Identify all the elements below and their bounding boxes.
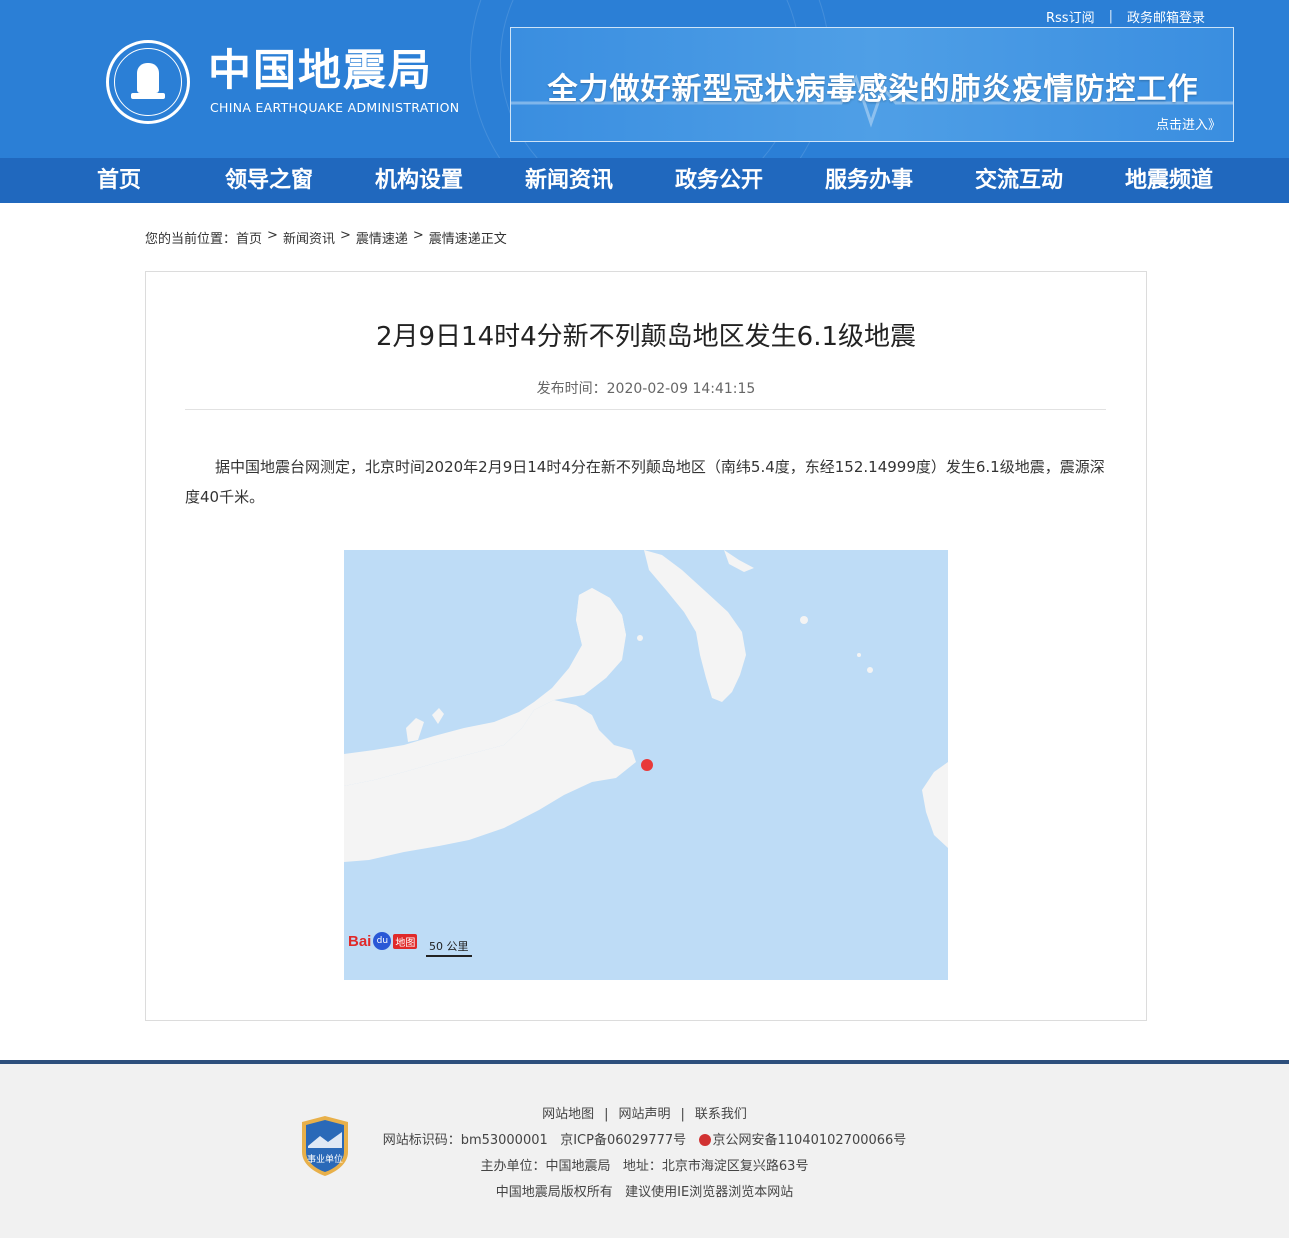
footer-sponsor-line: 主办单位：中国地震局 地址：北京市海淀区复兴路63号 xyxy=(480,1159,809,1174)
footer-link-separator: | xyxy=(680,1107,685,1122)
top-links-separator: | xyxy=(1108,9,1113,24)
cea-emblem-logo[interactable] xyxy=(106,40,190,124)
footer-registration-line: 网站标识码：bm53000001 京ICP备06029777号 京公网安备110… xyxy=(0,1128,1289,1154)
emblem-icon xyxy=(114,48,182,116)
footer-link-sitemap[interactable]: 网站地图 xyxy=(542,1107,594,1122)
baidu-logo-ditu: 地图 xyxy=(393,933,418,949)
nav-item-home[interactable]: 首页 xyxy=(44,158,194,203)
breadcrumb-news[interactable]: 新闻资讯 xyxy=(283,228,335,247)
footer-link-separator: | xyxy=(604,1107,609,1122)
police-badge-icon xyxy=(698,1134,711,1146)
site-subtitle: CHINA EARTHQUAKE ADMINISTRATION xyxy=(210,100,460,115)
breadcrumb: 您的当前位置： 首页 > 新闻资讯 > 震情速递 > 震情速递正文 xyxy=(145,228,507,247)
breadcrumb-home[interactable]: 首页 xyxy=(236,228,262,247)
public-security-record[interactable]: 京公网安备11040102700066号 xyxy=(713,1133,907,1148)
breadcrumb-separator: > xyxy=(412,228,424,243)
banner-enter-link[interactable]: 点击进入》 xyxy=(1156,114,1221,133)
map-scale-bar: 50 公里 xyxy=(426,938,472,957)
footer-copyright-line: 中国地震局版权所有 建议使用IE浏览器浏览本网站 xyxy=(495,1185,794,1200)
footer-links: 网站地图 | 网站声明 | 联系我们 xyxy=(0,1102,1289,1128)
nav-item-gov-affairs[interactable]: 政务公开 xyxy=(644,158,794,203)
nav-item-leadership[interactable]: 领导之窗 xyxy=(194,158,344,203)
breadcrumb-separator: > xyxy=(339,228,351,243)
main-nav: 首页 领导之窗 机构设置 新闻资讯 政务公开 服务办事 交流互动 地震频道 xyxy=(0,158,1289,203)
nav-item-organization[interactable]: 机构设置 xyxy=(344,158,494,203)
baidu-map-logo[interactable]: Bai du 地图 xyxy=(348,932,418,950)
nav-item-interaction[interactable]: 交流互动 xyxy=(944,158,1094,203)
site-id-code: 网站标识码：bm53000001 xyxy=(382,1133,548,1148)
banner-headline: 全力做好新型冠状病毒感染的肺炎疫情防控工作 xyxy=(547,72,1199,107)
footer-link-contact[interactable]: 联系我们 xyxy=(695,1107,747,1122)
baidu-logo-bai: Bai xyxy=(348,932,372,950)
rss-link[interactable]: Rss订阅 xyxy=(1046,7,1095,26)
footer-text: 网站地图 | 网站声明 | 联系我们 网站标识码：bm53000001 京ICP备060… xyxy=(0,1102,1289,1206)
epicenter-marker-icon[interactable] xyxy=(641,759,653,771)
article-publish-time: 发布时间：2020-02-09 14:41:15 xyxy=(536,381,756,397)
gov-mail-login-link[interactable]: 政务邮箱登录 xyxy=(1127,7,1205,26)
breadcrumb-separator: > xyxy=(267,228,278,243)
epidemic-banner[interactable]: 全力做好新型冠状病毒感染的肺炎疫情防控工作 点击进入》 xyxy=(510,27,1234,142)
breadcrumb-prefix: 您的当前位置： xyxy=(145,232,237,247)
breadcrumb-quake-news[interactable]: 震情速递 xyxy=(356,228,408,247)
article-body: 据中国地震台网测定，北京时间2020年2月9日14时4分在新不列颠岛地区（南纬5… xyxy=(185,458,1105,506)
site-footer: 事业单位 网站地图 | 网站声明 | 联系我们 网站标识码：bm53000001 京IC… xyxy=(0,1060,1289,1238)
article-divider xyxy=(185,409,1106,410)
site-header: Rss订阅 | 政务邮箱登录 中国地震局 CHINA EARTHQUAKE AD… xyxy=(0,0,1289,158)
article-container: 2月9日14时4分新不列颠岛地区发生6.1级地震 发布时间：2020-02-09… xyxy=(145,271,1147,1021)
icp-record[interactable]: 京ICP备06029777号 xyxy=(560,1133,686,1148)
footer-link-statement[interactable]: 网站声明 xyxy=(618,1107,670,1122)
site-title[interactable]: 中国地震局 xyxy=(208,46,433,96)
top-links: Rss订阅 | 政务邮箱登录 xyxy=(1046,7,1205,26)
breadcrumb-current: 震情速递正文 xyxy=(428,232,507,247)
nav-item-news[interactable]: 新闻资讯 xyxy=(494,158,644,203)
nav-item-earthquake-channel[interactable]: 地震频道 xyxy=(1094,158,1244,203)
article-title: 2月9日14时4分新不列颠岛地区发生6.1级地震 xyxy=(375,322,917,352)
nav-item-services[interactable]: 服务办事 xyxy=(794,158,944,203)
epicenter-map[interactable]: Bai du 地图 50 公里 xyxy=(344,550,948,980)
baidu-paw-icon: du xyxy=(373,932,392,950)
